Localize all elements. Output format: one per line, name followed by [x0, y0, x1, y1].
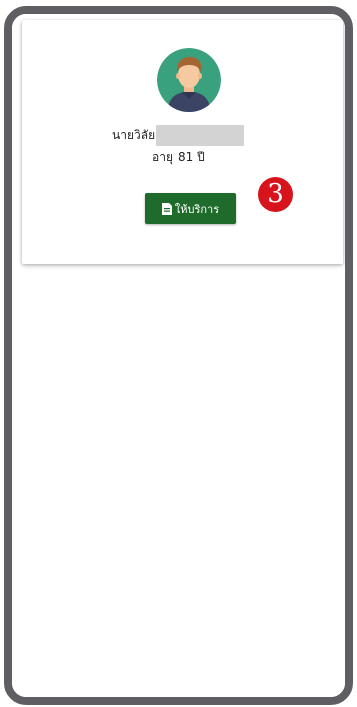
- device-frame: นายวิลัย อายุ 81 ปี ให้บริการ 3: [4, 6, 353, 705]
- app-screen: นายวิลัย อายุ 81 ปี ให้บริการ 3: [12, 14, 345, 697]
- patient-age: อายุ 81 ปี: [152, 148, 205, 166]
- service-button-label: ให้บริการ: [174, 202, 220, 216]
- patient-name: นายวิลัย: [112, 128, 156, 142]
- age-label: อายุ: [152, 150, 173, 164]
- step-number-badge: 3: [258, 177, 293, 212]
- age-value: 81 ปี: [177, 150, 205, 164]
- service-button[interactable]: ให้บริการ: [145, 193, 236, 224]
- user-avatar-icon: [157, 48, 221, 112]
- document-icon: [161, 202, 172, 215]
- patient-name-row: นายวิลัย: [112, 124, 245, 146]
- avatar: [157, 48, 221, 112]
- patient-card: นายวิลัย อายุ 81 ปี ให้บริการ 3: [22, 20, 343, 264]
- redacted-surname: [156, 124, 245, 146]
